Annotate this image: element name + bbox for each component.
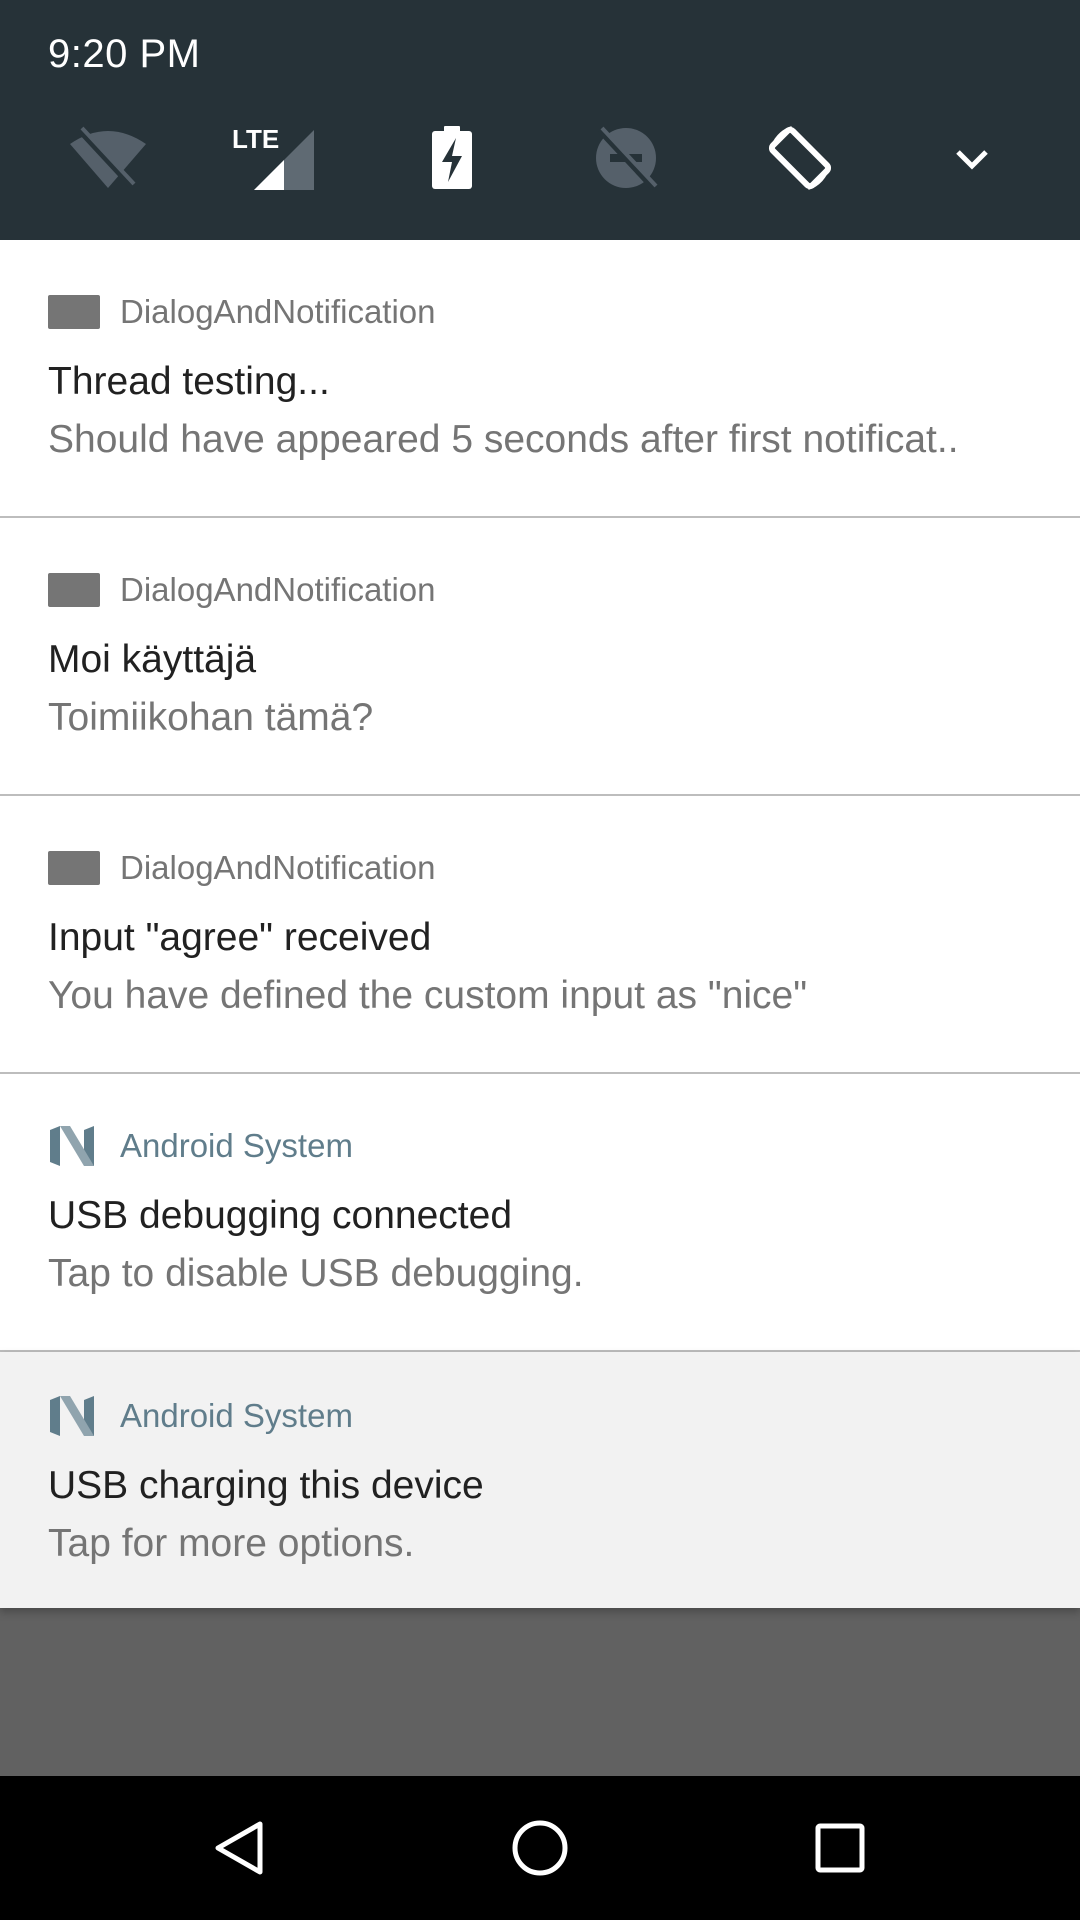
battery-charging-icon [432,126,472,189]
app-icon [48,295,100,329]
app-icon [48,851,100,885]
notification-card[interactable]: Android System USB charging this device … [0,1352,1080,1608]
notification-header: DialogAndNotification [48,848,436,888]
notification-title: Thread testing... [48,360,330,403]
auto-rotate-tile[interactable] [752,110,848,206]
quick-settings-tiles: LTE [0,110,1080,206]
recents-button[interactable] [792,1800,888,1896]
home-button[interactable] [492,1800,588,1896]
recents-icon [815,1823,865,1873]
expand-chevron-icon [956,150,988,170]
notification-text: Tap to disable USB debugging. [48,1252,584,1295]
navigation-bar [0,1776,1080,1920]
mobile-data-tile[interactable]: LTE [224,110,320,206]
app-name: DialogAndNotification [120,571,436,608]
status-clock: 9:20 PM [48,32,201,76]
generic-app-icon [48,851,100,885]
quick-settings-header: 9:20 PM LTE [0,0,1080,240]
app-icon [48,1126,100,1166]
generic-app-icon [48,295,100,329]
notification-text: Tap for more options. [48,1522,415,1565]
notification-header: DialogAndNotification [48,292,436,332]
lte-label: LTE [232,124,279,154]
wifi-off-icon [70,126,146,189]
lte-signal-icon: LTE [232,124,314,190]
notification-text: Toimiikohan tämä? [48,696,374,739]
app-icon [48,1396,100,1436]
expand-quick-settings-button[interactable] [924,110,1020,206]
notification-card[interactable]: DialogAndNotification Thread testing... … [0,240,1080,518]
do-not-disturb-tile[interactable] [578,110,674,206]
android-n-icon [50,1126,94,1166]
android-n-icon [50,1396,94,1436]
notification-text: Should have appeared 5 seconds after fir… [48,418,959,461]
notification-header: Android System [48,1126,353,1166]
notification-title: Moi käyttäjä [48,638,257,681]
app-name: Android System [120,1127,353,1164]
notification-card[interactable]: Android System USB debugging connected T… [0,1074,1080,1352]
notification-text: You have defined the custom input as "ni… [48,974,808,1017]
notification-list: DialogAndNotification Thread testing... … [0,240,1080,1608]
notification-header: DialogAndNotification [48,570,436,610]
notification-title: USB debugging connected [48,1194,513,1237]
home-icon [512,1820,568,1876]
do-not-disturb-off-icon [596,126,658,191]
back-icon [215,1821,263,1875]
app-name: Android System [120,1397,353,1434]
notification-header: Android System [48,1396,353,1436]
generic-app-icon [48,573,100,607]
wifi-off-tile[interactable] [60,110,156,206]
app-name: DialogAndNotification [120,293,436,330]
battery-tile[interactable] [404,110,500,206]
notification-card[interactable]: DialogAndNotification Input "agree" rece… [0,796,1080,1074]
app-icon [48,573,100,607]
notification-title: Input "agree" received [48,916,432,959]
auto-rotate-icon [768,126,832,190]
back-button[interactable] [192,1800,288,1896]
notification-title: USB charging this device [48,1464,484,1507]
notification-card[interactable]: DialogAndNotification Moi käyttäjä Toimi… [0,518,1080,796]
app-name: DialogAndNotification [120,849,436,886]
